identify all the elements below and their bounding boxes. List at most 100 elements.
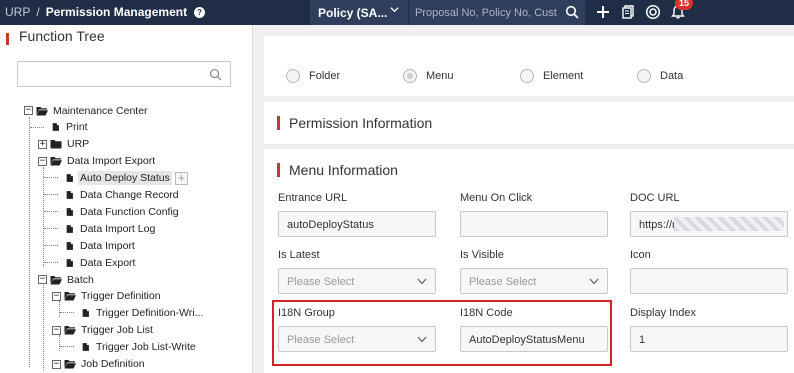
section-title-permission-information: Permission Information — [277, 116, 432, 130]
breadcrumb: URP / Permission Management ? — [5, 5, 206, 19]
file-icon — [65, 241, 78, 251]
menu-on-click-label: Menu On Click — [460, 192, 533, 204]
breadcrumb-separator: / — [36, 5, 40, 19]
tree-node-batch[interactable]: − Batch — [38, 272, 96, 287]
tree-node-urp[interactable]: + URP — [38, 137, 91, 152]
tree-node-label: Data Import Log — [80, 222, 156, 235]
chevron-down-icon — [417, 336, 427, 343]
tree-node-label: Data Import — [80, 239, 135, 252]
collapse-icon[interactable]: − — [38, 275, 47, 284]
target-icon[interactable] — [645, 4, 661, 20]
radio-indicator — [637, 69, 651, 83]
main-content: Folder Menu Element Data Permission Informa… — [264, 25, 794, 373]
display-index-field[interactable]: 1 — [630, 326, 788, 352]
policy-type-value: Policy (SA... — [318, 6, 388, 20]
folder-open-icon — [50, 275, 65, 285]
folder-open-icon — [50, 156, 65, 166]
tree-node-label: Trigger Job List — [81, 324, 153, 337]
add-child-button[interactable]: + — [174, 171, 188, 185]
tree-node-label: Data Export — [80, 256, 136, 269]
policy-type-select[interactable]: Policy (SA... — [310, 0, 409, 25]
folder-icon — [50, 139, 65, 149]
is-latest-value: Please Select — [287, 276, 355, 288]
doc-url-value: https://r — [639, 219, 676, 231]
radio-indicator — [520, 69, 534, 83]
help-icon[interactable]: ? — [194, 6, 206, 18]
folder-open-icon — [64, 325, 79, 335]
plus-icon[interactable] — [595, 4, 611, 20]
tree-node-data-export[interactable]: Data Export — [65, 255, 137, 270]
tree-node-data-import[interactable]: Data Import — [65, 238, 137, 253]
permission-information-card: Permission Information — [264, 102, 794, 144]
collapse-icon[interactable]: − — [52, 325, 61, 335]
tree-node-trigger-definition-wri[interactable]: Trigger Definition-Wri... — [81, 306, 205, 321]
is-latest-select[interactable]: Please Select — [278, 268, 436, 294]
tree-node-label: Batch — [67, 273, 94, 286]
i18n-code-field[interactable]: AutoDeployStatusMenu — [460, 326, 608, 352]
panel-title: Function Tree — [6, 29, 105, 45]
collapse-icon[interactable]: − — [52, 291, 61, 301]
tree-node-maintenance-center[interactable]: − Maintenance Center — [24, 103, 150, 118]
file-icon — [65, 207, 78, 217]
radio-menu[interactable]: Menu — [403, 69, 454, 83]
tree-node-trigger-definition[interactable]: − Trigger Definition — [52, 289, 163, 304]
tree-node-label: URP — [67, 138, 90, 151]
redacted-text — [674, 217, 784, 231]
tree-search-field[interactable] — [17, 61, 231, 87]
file-icon — [65, 224, 78, 234]
tree-node-label: Maintenance Center — [53, 104, 148, 117]
entrance-url-label: Entrance URL — [278, 192, 348, 204]
tree-node-data-import-export[interactable]: − Data Import Export — [38, 154, 157, 169]
tree-node-label: Trigger Definition-Wri... — [96, 307, 204, 320]
is-latest-label: Is Latest — [278, 249, 320, 261]
tree-node-label: Job Definition — [81, 358, 145, 370]
tree-node-data-change-record[interactable]: Data Change Record — [65, 188, 181, 203]
entrance-url-field[interactable]: autoDeployStatus — [278, 211, 436, 237]
collapse-icon[interactable]: − — [38, 156, 47, 166]
radio-folder[interactable]: Folder — [286, 69, 340, 83]
tree-node-data-function-config[interactable]: Data Function Config — [65, 204, 181, 219]
collapse-icon[interactable]: − — [52, 359, 61, 369]
tree-node-trigger-job-list[interactable]: − Trigger Job List — [52, 323, 155, 338]
function-tree-panel: Function Tree − Maintenance Center Print + U… — [0, 25, 253, 373]
tree-node-job-definition[interactable]: − Job Definition — [52, 357, 147, 372]
icon-field[interactable] — [630, 268, 788, 294]
radio-element[interactable]: Element — [520, 69, 583, 83]
top-navigation-bar: URP / Permission Management ? Policy (SA… — [0, 0, 794, 25]
file-icon — [65, 173, 78, 183]
radio-label: Folder — [309, 70, 341, 82]
radio-label: Data — [660, 70, 684, 82]
document-copy-icon[interactable] — [620, 4, 636, 20]
tree-node-label: Data Import Export — [67, 155, 156, 168]
section-title-menu-information: Menu Information — [277, 163, 398, 177]
is-visible-label: Is Visible — [460, 249, 504, 261]
tree-node-data-import-log[interactable]: Data Import Log — [65, 221, 157, 236]
chevron-down-icon — [390, 7, 399, 13]
tree-node-label: Print — [66, 121, 88, 134]
doc-url-field[interactable]: https://r — [630, 211, 788, 237]
page-title: Permission Management — [45, 5, 188, 19]
radio-data[interactable]: Data — [637, 69, 683, 83]
chevron-down-icon — [417, 278, 427, 285]
chevron-down-icon — [589, 278, 599, 285]
tree-node-trigger-job-list-write[interactable]: Trigger Job List-Write — [81, 340, 198, 355]
search-icon[interactable] — [565, 5, 579, 19]
tree-node-label: Auto Deploy Status — [78, 171, 172, 186]
file-icon — [65, 190, 78, 200]
expand-icon[interactable]: + — [38, 139, 47, 149]
i18n-group-select[interactable]: Please Select — [278, 326, 436, 352]
tree-node-auto-deploy-status[interactable]: Auto Deploy Status + — [65, 171, 188, 186]
i18n-code-label: I18N Code — [460, 307, 513, 319]
display-index-label: Display Index — [630, 307, 697, 319]
folder-open-icon — [64, 291, 79, 301]
radio-label: Element — [543, 70, 584, 82]
menu-on-click-field[interactable] — [460, 211, 608, 237]
file-icon — [81, 342, 94, 352]
is-visible-select[interactable]: Please Select — [460, 268, 608, 294]
tree-node-print[interactable]: Print — [51, 120, 90, 135]
global-search-input[interactable] — [409, 0, 561, 25]
collapse-icon[interactable]: − — [24, 106, 33, 115]
breadcrumb-root[interactable]: URP — [5, 5, 30, 19]
radio-indicator — [286, 69, 300, 83]
search-icon[interactable] — [209, 68, 222, 81]
